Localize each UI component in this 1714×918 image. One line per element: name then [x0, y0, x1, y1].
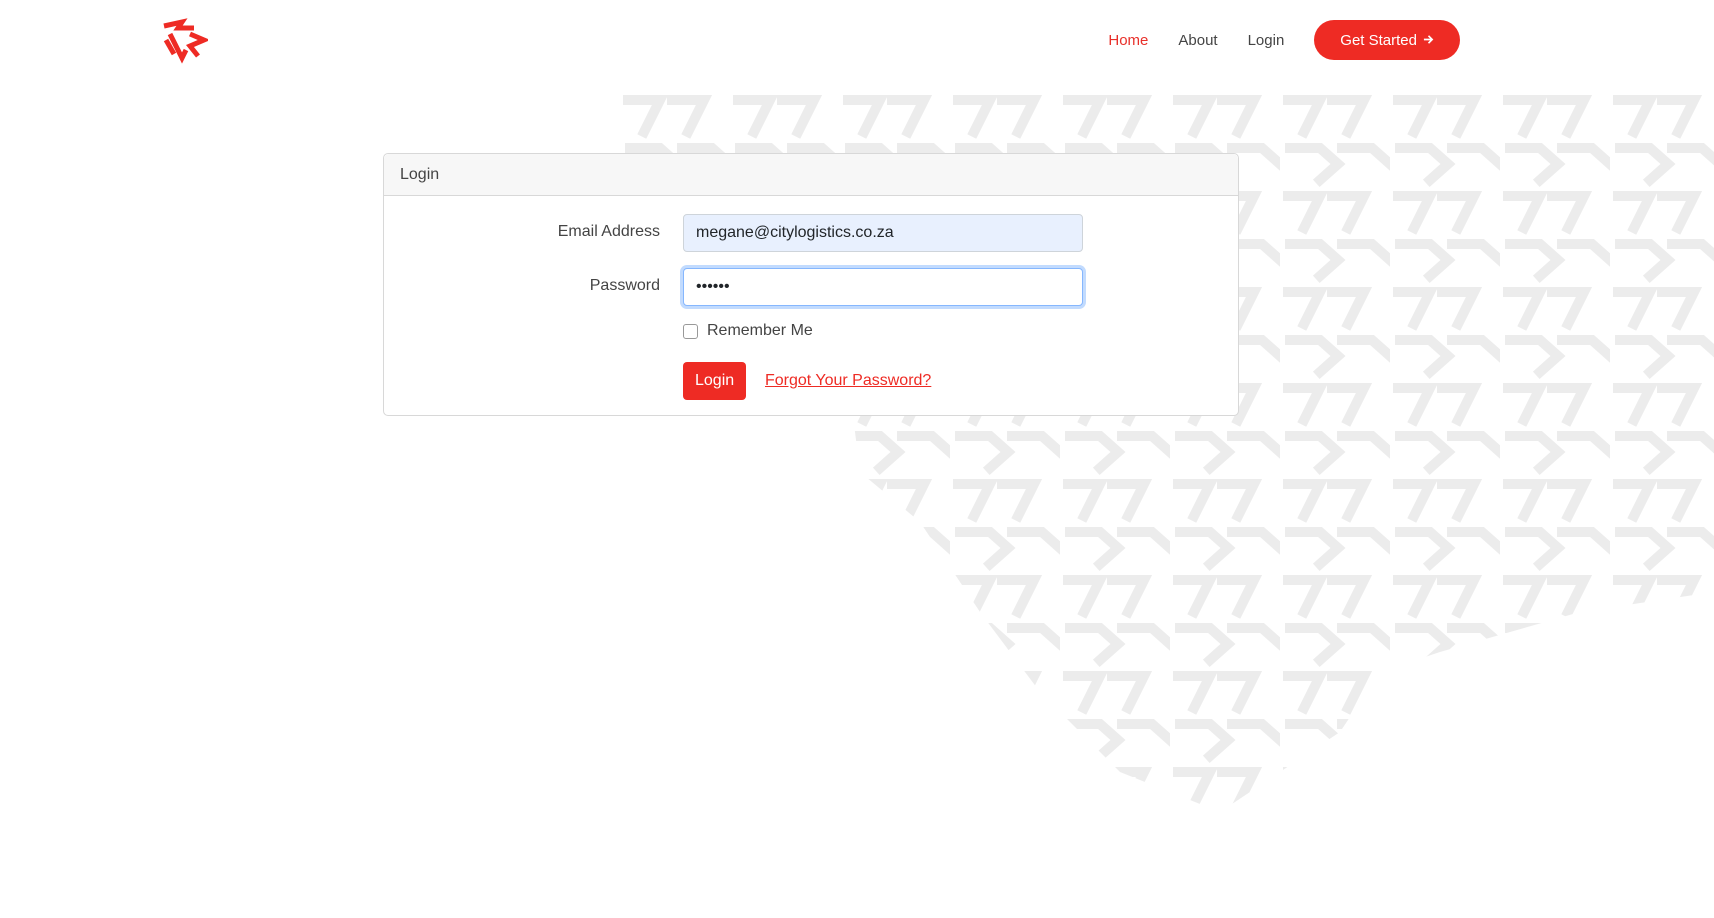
brand-logo-icon[interactable]: [160, 16, 211, 64]
nav-home-link[interactable]: Home: [1108, 32, 1148, 49]
get-started-button[interactable]: Get Started: [1314, 20, 1460, 60]
navbar: Home About Login Get Started: [0, 0, 1714, 80]
forgot-password-link[interactable]: Forgot Your Password?: [765, 372, 931, 390]
remember-me-label[interactable]: Remember Me: [707, 322, 813, 340]
login-button[interactable]: Login: [683, 362, 747, 400]
email-label: Email Address: [557, 223, 660, 240]
login-card: Login Email Address megane@citylogistics…: [383, 153, 1239, 416]
password-label: Password: [589, 277, 660, 294]
arrow-right-icon: [1423, 32, 1434, 49]
get-started-label: Get Started: [1340, 31, 1417, 49]
nav-login-link[interactable]: Login: [1248, 32, 1285, 49]
nav-about-link[interactable]: About: [1178, 32, 1217, 49]
password-field[interactable]: ••••••: [683, 268, 1083, 306]
nav-links: Home About Login Get Started: [1108, 20, 1460, 60]
remember-me-checkbox[interactable]: [683, 324, 698, 339]
card-header: Login: [384, 154, 1238, 196]
email-field[interactable]: megane@citylogistics.co.za: [683, 214, 1083, 252]
